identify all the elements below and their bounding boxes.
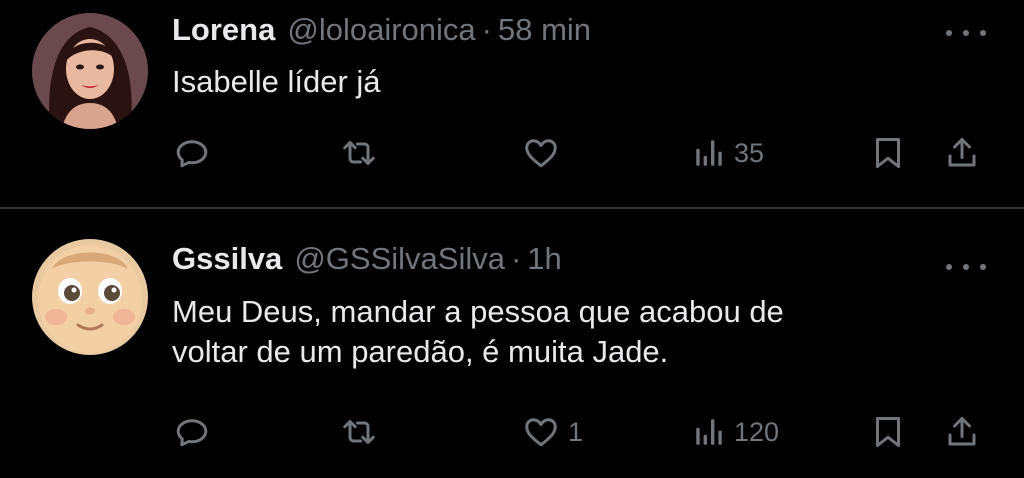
- like-button[interactable]: 1: [522, 409, 583, 455]
- avatar[interactable]: [32, 13, 148, 129]
- views-count: 35: [734, 137, 765, 168]
- views-count: 120: [734, 416, 780, 447]
- tweet-header: Gssilva @GSSilvaSilva · 1h: [172, 239, 562, 279]
- views-icon: [696, 419, 722, 445]
- display-name[interactable]: Gssilva: [172, 239, 282, 279]
- share-button[interactable]: [944, 130, 980, 176]
- views-icon: [696, 140, 722, 166]
- share-button[interactable]: [944, 409, 980, 455]
- more-icon[interactable]: [946, 257, 986, 277]
- repost-icon: [343, 141, 375, 165]
- separator-dot: ·: [510, 241, 522, 276]
- tweet[interactable]: Gssilva @GSSilvaSilva · 1h Meu Deus, man…: [0, 209, 1024, 478]
- reply-icon: [176, 419, 208, 447]
- timestamp[interactable]: 1h: [527, 239, 561, 279]
- separator-dot: ·: [481, 12, 492, 47]
- views-button[interactable]: 120: [692, 409, 779, 455]
- heart-icon: [525, 139, 557, 168]
- tweet-text-line: Meu Deus, mandar a pessoa que acabou de: [172, 294, 784, 329]
- bookmark-button[interactable]: [870, 130, 906, 176]
- tweet[interactable]: Lorena @loloaironica · 58 min Isabelle l…: [0, 0, 1024, 208]
- avatar[interactable]: [32, 239, 148, 355]
- reply-button[interactable]: [174, 409, 218, 455]
- heart-icon: [525, 418, 557, 447]
- tweet-text: Isabelle líder já: [172, 62, 972, 102]
- bookmark-icon: [876, 417, 900, 447]
- tweet-text-line: voltar de um paredão, é muita Jade.: [172, 334, 669, 369]
- share-icon: [948, 138, 976, 167]
- action-bar: 35: [170, 130, 1000, 176]
- repost-icon: [343, 420, 375, 444]
- repost-button[interactable]: [340, 409, 386, 455]
- tweet-header: Lorena @loloaironica · 58 min: [172, 10, 591, 50]
- like-count: 1: [568, 416, 584, 447]
- reply-button[interactable]: [174, 130, 218, 176]
- display-name[interactable]: Lorena: [172, 10, 275, 50]
- user-handle[interactable]: @GSSilvaSilva: [294, 239, 505, 279]
- user-handle[interactable]: @loloaironica: [287, 10, 475, 50]
- timestamp[interactable]: 58 min: [498, 10, 591, 50]
- share-icon: [948, 417, 976, 446]
- more-icon[interactable]: [946, 23, 986, 43]
- views-button[interactable]: 35: [692, 130, 764, 176]
- like-button[interactable]: [522, 130, 568, 176]
- bookmark-button[interactable]: [870, 409, 906, 455]
- repost-button[interactable]: [340, 130, 386, 176]
- tweet-text-line: Isabelle líder já: [172, 64, 381, 99]
- action-bar: 1 120: [170, 409, 1000, 455]
- bookmark-icon: [876, 138, 900, 168]
- reply-icon: [176, 140, 208, 168]
- tweet-text: Meu Deus, mandar a pessoa que acabou de …: [172, 292, 972, 372]
